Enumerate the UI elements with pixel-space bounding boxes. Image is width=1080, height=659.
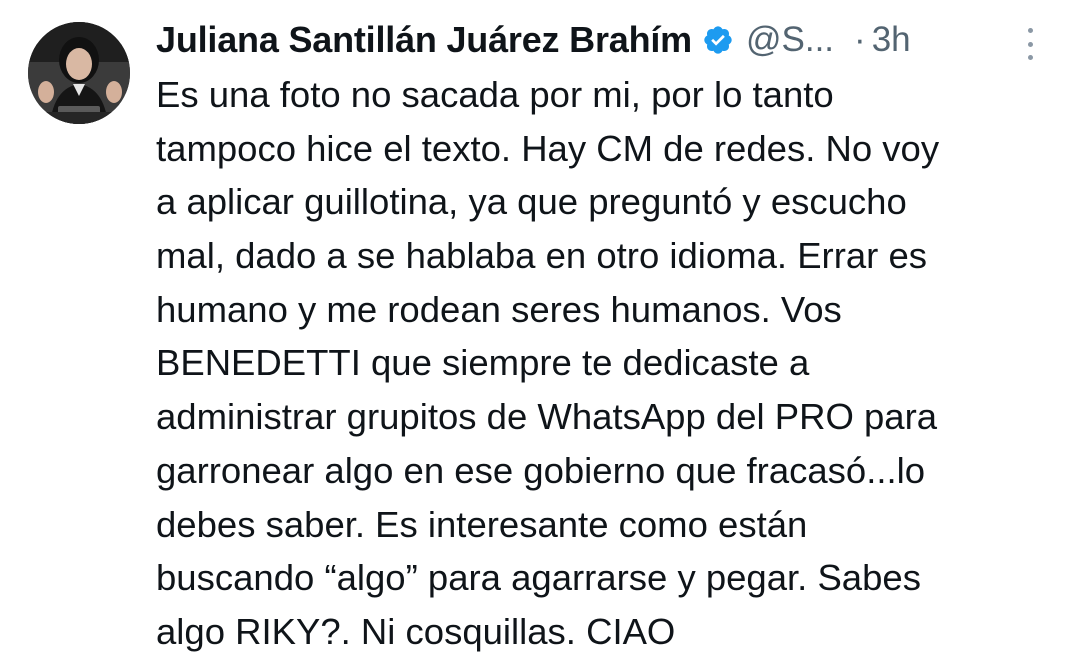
tweet-text-line: administrar grupitos de WhatsApp del PRO… <box>156 396 938 438</box>
tweet-text-line: mal, dado a se hablaba en otro idioma. E… <box>156 235 927 277</box>
timestamp[interactable]: 3h <box>872 20 911 60</box>
tweet-text-line: a aplicar guillotina, ya que preguntó y … <box>156 181 907 223</box>
more-dot <box>1027 28 1033 33</box>
user-handle[interactable]: @S... <box>746 20 834 60</box>
tweet-text-line: humano y me rodean seres humanos. Vos <box>156 288 842 330</box>
tweet-text-line: tampoco hice el texto. Hay CM de redes. … <box>156 127 940 169</box>
display-name[interactable]: Juliana Santillán Juárez Brahím <box>156 19 692 61</box>
more-vertical-icon[interactable] <box>1020 28 1040 60</box>
tweet-text-line: Es una foto no sacada por mi, por lo tan… <box>156 74 834 115</box>
tweet-text-line: garronear algo en ese gobierno que fraca… <box>156 449 926 491</box>
tweet-text: Es una foto no sacada por mi, por lo tan… <box>156 68 1056 659</box>
verified-badge-icon <box>702 24 734 56</box>
meta-separator: · <box>854 20 866 59</box>
tweet-text-line: algo RIKY?. Ni cosquillas. CIAO <box>156 610 676 652</box>
tweet-card[interactable]: Juliana Santillán Juárez Brahím @S... · … <box>0 0 1080 652</box>
tweet-text-line: buscando “algo” para agarrarse y pegar. … <box>156 557 921 599</box>
profile-photo <box>28 22 130 124</box>
tweet-text-line: BENEDETTI que siempre te dedicaste a <box>156 342 810 384</box>
tweet-text-line: debes saber. Es interesante como están <box>156 503 808 545</box>
tweet-header: Juliana Santillán Juárez Brahím @S... · … <box>156 14 1056 66</box>
more-dot <box>1027 55 1033 60</box>
more-dot <box>1027 41 1033 47</box>
avatar[interactable] <box>28 22 130 124</box>
